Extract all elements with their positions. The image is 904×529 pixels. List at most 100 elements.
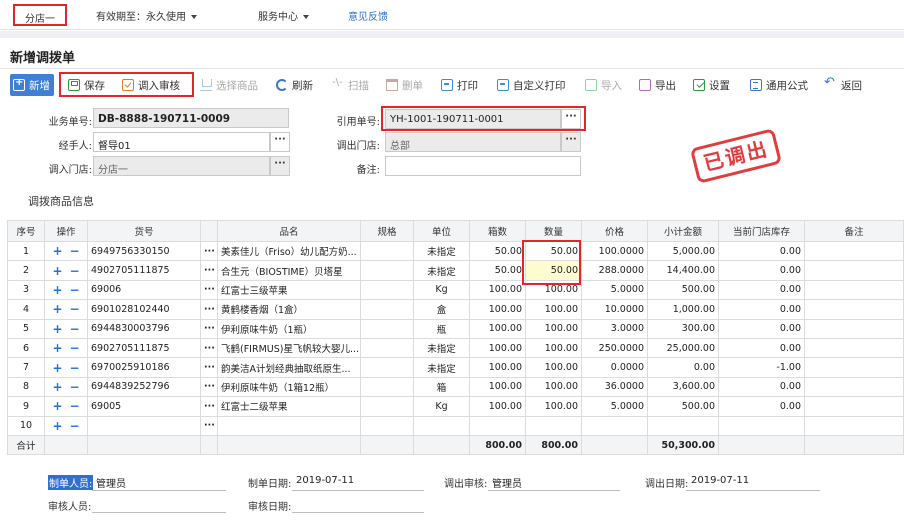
table-row[interactable]: 7 + −6970025910186 ··· 韵美洁A计划经典抽取纸原生... 未指定 10… bbox=[7, 357, 904, 378]
table-row[interactable]: 10 + − ··· bbox=[7, 415, 904, 436]
import-button[interactable]: 导入 bbox=[585, 74, 622, 96]
add-row-icon[interactable]: + bbox=[52, 399, 62, 413]
in-store-field[interactable]: 分店一 bbox=[93, 156, 270, 176]
remove-row-icon[interactable]: − bbox=[70, 419, 80, 433]
row-actions[interactable]: + − bbox=[44, 376, 88, 398]
remove-row-icon[interactable]: − bbox=[70, 302, 80, 316]
row-actions[interactable]: + − bbox=[44, 337, 88, 359]
remark-cell[interactable] bbox=[804, 240, 904, 262]
row-actions[interactable]: + − bbox=[44, 240, 88, 262]
row-actions[interactable]: + − bbox=[44, 415, 88, 436]
sku-cell[interactable]: 6902705111875 bbox=[87, 337, 201, 359]
table-row[interactable]: 1 + −6949756330150 ··· 美素佳儿（Friso）幼儿配方奶... 未指… bbox=[7, 240, 904, 262]
sku-picker-button[interactable]: ··· bbox=[200, 396, 218, 417]
table-row[interactable]: 6 + −6902705111875 ··· 飞鹤(FIRMUS)星飞帆较大婴儿... 未… bbox=[7, 337, 904, 359]
delete-doc-button[interactable]: 删单 bbox=[386, 74, 423, 96]
back-button[interactable]: 返回 bbox=[824, 74, 862, 96]
out-store-field[interactable]: 总部 bbox=[385, 132, 561, 152]
boxes-cell[interactable]: 50.00 bbox=[469, 240, 526, 262]
validity-menu[interactable]: 有效期至：永久使用 bbox=[96, 8, 197, 23]
qty-cell[interactable]: 100.00 bbox=[525, 376, 582, 398]
ref-no-picker-button[interactable]: ··· bbox=[561, 109, 581, 129]
price-cell[interactable]: 5.0000 bbox=[581, 279, 648, 301]
remark-cell[interactable] bbox=[804, 376, 904, 398]
remark-cell[interactable] bbox=[804, 396, 904, 417]
out-store-picker-button[interactable]: ··· bbox=[561, 132, 581, 152]
add-row-icon[interactable]: + bbox=[52, 380, 62, 394]
scan-button[interactable]: 扫描 bbox=[332, 74, 369, 96]
add-row-icon[interactable]: + bbox=[52, 244, 62, 258]
handler-picker-button[interactable]: ··· bbox=[270, 132, 290, 152]
qty-cell[interactable] bbox=[525, 415, 582, 436]
add-row-icon[interactable]: + bbox=[52, 341, 62, 355]
sku-picker-button[interactable]: ··· bbox=[200, 240, 218, 262]
export-button[interactable]: 导出 bbox=[639, 74, 676, 96]
row-actions[interactable]: + − bbox=[44, 318, 88, 339]
boxes-cell[interactable]: 100.00 bbox=[469, 357, 526, 378]
boxes-cell[interactable]: 100.00 bbox=[469, 318, 526, 339]
boxes-cell[interactable]: 100.00 bbox=[469, 337, 526, 359]
custom-print-button[interactable]: 自定义打印 bbox=[497, 74, 566, 96]
sku-picker-button[interactable]: ··· bbox=[200, 337, 218, 359]
price-cell[interactable]: 0.0000 bbox=[581, 357, 648, 378]
qty-cell[interactable]: 100.00 bbox=[525, 318, 582, 339]
remove-row-icon[interactable]: − bbox=[70, 399, 80, 413]
sku-cell[interactable] bbox=[87, 415, 201, 436]
qty-cell[interactable]: 100.00 bbox=[525, 299, 582, 320]
new-button[interactable]: 新增 bbox=[10, 74, 54, 96]
remove-row-icon[interactable]: − bbox=[70, 283, 80, 297]
remove-row-icon[interactable]: − bbox=[70, 341, 80, 355]
sku-cell[interactable]: 6944839252796 bbox=[87, 376, 201, 398]
row-actions[interactable]: + − bbox=[44, 299, 88, 320]
boxes-cell[interactable]: 100.00 bbox=[469, 396, 526, 417]
qty-cell[interactable]: 100.00 bbox=[525, 337, 582, 359]
sku-picker-button[interactable]: ··· bbox=[200, 318, 218, 339]
remark-cell[interactable] bbox=[804, 260, 904, 281]
remark-field[interactable] bbox=[385, 156, 581, 176]
boxes-cell[interactable]: 100.00 bbox=[469, 299, 526, 320]
in-store-picker-button[interactable]: ··· bbox=[270, 156, 290, 176]
store-switcher[interactable]: 分店一 bbox=[13, 4, 67, 26]
transfer-in-review-button[interactable]: 调入审核 bbox=[122, 74, 180, 96]
select-goods-button[interactable]: 选择商品 bbox=[200, 74, 258, 96]
table-row[interactable]: 3 + −69006 ··· 红富士三级苹果 Kg 100.00 100.00 5.0000 50… bbox=[7, 279, 904, 301]
sku-cell[interactable]: 69006 bbox=[87, 279, 201, 301]
settings-button[interactable]: 设置 bbox=[693, 74, 730, 96]
sku-cell[interactable]: 6944830003796 bbox=[87, 318, 201, 339]
table-row[interactable]: 8 + −6944839252796 ··· 伊利原味牛奶（1箱12瓶）箱 100.00 1… bbox=[7, 376, 904, 398]
price-cell[interactable]: 36.0000 bbox=[581, 376, 648, 398]
sku-cell[interactable]: 69005 bbox=[87, 396, 201, 417]
qty-cell[interactable]: 100.00 bbox=[525, 396, 582, 417]
add-row-icon[interactable]: + bbox=[52, 283, 62, 297]
add-row-icon[interactable]: + bbox=[52, 361, 62, 375]
sku-picker-button[interactable]: ··· bbox=[200, 299, 218, 320]
table-row[interactable]: 2 + −4902705111875 ··· 合生元（BIOSTIME）贝塔星 未指定 50… bbox=[7, 260, 904, 281]
formula-button[interactable]: 通用公式 bbox=[750, 74, 808, 96]
add-row-icon[interactable]: + bbox=[52, 302, 62, 316]
add-row-icon[interactable]: + bbox=[52, 264, 62, 278]
doc-no-field[interactable]: DB-8888-190711-0009 bbox=[93, 108, 289, 128]
row-actions[interactable]: + − bbox=[44, 279, 88, 301]
row-actions[interactable]: + − bbox=[44, 260, 88, 281]
remark-cell[interactable] bbox=[804, 318, 904, 339]
remark-cell[interactable] bbox=[804, 279, 904, 301]
price-cell[interactable]: 100.0000 bbox=[581, 240, 648, 262]
price-cell[interactable]: 10.0000 bbox=[581, 299, 648, 320]
sku-picker-button[interactable]: ··· bbox=[200, 415, 218, 436]
print-button[interactable]: 打印 bbox=[441, 74, 478, 96]
add-row-icon[interactable]: + bbox=[52, 419, 62, 433]
remove-row-icon[interactable]: − bbox=[70, 361, 80, 375]
price-cell[interactable]: 5.0000 bbox=[581, 396, 648, 417]
boxes-cell[interactable] bbox=[469, 415, 526, 436]
sku-picker-button[interactable]: ··· bbox=[200, 260, 218, 281]
remove-row-icon[interactable]: − bbox=[70, 322, 80, 336]
remark-cell[interactable] bbox=[804, 357, 904, 378]
remove-row-icon[interactable]: − bbox=[70, 264, 80, 278]
boxes-cell[interactable]: 100.00 bbox=[469, 279, 526, 301]
sku-cell[interactable]: 6949756330150 bbox=[87, 240, 201, 262]
remark-cell[interactable] bbox=[804, 299, 904, 320]
table-row[interactable]: 4 + −6901028102440 ··· 黄鹤楼香烟（1盒）盒 100.00 100.0… bbox=[7, 299, 904, 320]
remove-row-icon[interactable]: − bbox=[70, 380, 80, 394]
ref-no-field[interactable]: YH-1001-190711-0001 bbox=[385, 109, 561, 129]
price-cell[interactable] bbox=[581, 415, 648, 436]
